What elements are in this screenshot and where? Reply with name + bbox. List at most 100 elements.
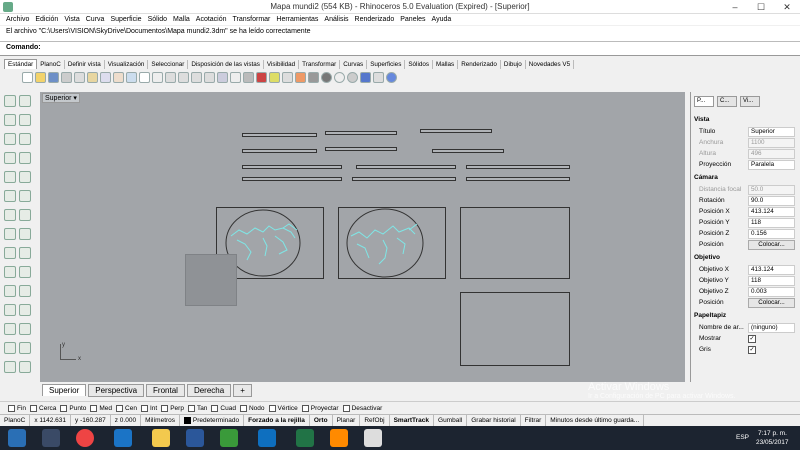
polyline-tool-icon[interactable]: [19, 114, 31, 126]
tab-visibilidad[interactable]: Visibilidad: [264, 60, 300, 69]
snap-checkbox[interactable]: [116, 404, 124, 412]
snap-med[interactable]: Med: [90, 404, 112, 412]
add-view-tab-button[interactable]: +: [233, 383, 252, 397]
scale-tool-icon[interactable]: [19, 304, 31, 316]
wire-sphere-icon[interactable]: [334, 72, 345, 83]
command-line[interactable]: Comando:: [0, 42, 800, 56]
bulb-icon[interactable]: [269, 72, 280, 83]
curve-bar[interactable]: [242, 149, 317, 153]
status-record-history[interactable]: Grabar historial: [467, 415, 521, 426]
language-indicator[interactable]: ESP: [736, 434, 749, 441]
zoom-dynamic-icon[interactable]: [178, 72, 189, 83]
tab-solidos[interactable]: Sólidos: [405, 60, 433, 69]
field-posicion-z[interactable]: 0.156: [748, 229, 795, 239]
menu-renderizado[interactable]: Renderizado: [355, 16, 395, 23]
menu-herramientas[interactable]: Herramientas: [276, 16, 318, 23]
tab-renderizado[interactable]: Renderizado: [458, 60, 501, 69]
rendered-sphere-icon[interactable]: [347, 72, 358, 83]
select-tool-icon[interactable]: [4, 95, 16, 107]
move-tool-icon[interactable]: [4, 285, 16, 297]
render-tool-icon[interactable]: [4, 361, 16, 373]
snap-cerca[interactable]: Cerca: [30, 404, 56, 412]
snap-checkbox[interactable]: [239, 404, 247, 412]
media-icon[interactable]: [258, 429, 276, 447]
dimension-tool-icon[interactable]: [4, 342, 16, 354]
tab-disposicion[interactable]: Disposición de las vistas: [188, 60, 264, 69]
boolean-tool-icon[interactable]: [19, 247, 31, 259]
layer-icon[interactable]: [308, 72, 319, 83]
tab-definir-vista[interactable]: Definir vista: [65, 60, 105, 69]
extend-tool-icon[interactable]: [19, 190, 31, 202]
map-frame-middle[interactable]: [338, 207, 446, 279]
rotate-view-icon[interactable]: [152, 72, 163, 83]
status-grid-snap[interactable]: Forzado a la rejilla: [244, 415, 310, 426]
curve-bar[interactable]: [242, 165, 342, 169]
status-units[interactable]: Milímetros: [141, 415, 181, 426]
rotate-tool-icon[interactable]: [4, 304, 16, 316]
ie-icon[interactable]: [114, 429, 132, 447]
snap-perp[interactable]: Perp: [161, 404, 184, 412]
cplane-icon[interactable]: [243, 72, 254, 83]
curve-tool-icon[interactable]: [19, 171, 31, 183]
mirror-tool-icon[interactable]: [4, 323, 16, 335]
snap-vertice[interactable]: Vértice: [268, 404, 298, 412]
snap-checkbox[interactable]: [8, 404, 15, 412]
snap-checkbox[interactable]: [30, 404, 38, 412]
extrude-tool-icon[interactable]: [4, 247, 16, 259]
tab-view-perspectiva[interactable]: Perspectiva: [88, 383, 145, 397]
tab-view-derecha[interactable]: Derecha: [186, 383, 232, 397]
snap-punto[interactable]: Punto: [60, 404, 86, 412]
rhino-icon[interactable]: [364, 429, 382, 447]
pan-icon[interactable]: [139, 72, 150, 83]
field-nombre-archivo[interactable]: (ninguno): [748, 323, 795, 333]
tab-curvas[interactable]: Curvas: [340, 60, 368, 69]
tab-estandar[interactable]: Estándar: [4, 59, 38, 69]
menu-edicion[interactable]: Edición: [35, 16, 58, 23]
snap-desactivar[interactable]: Desactivar: [342, 404, 382, 412]
menu-solido[interactable]: Sólido: [148, 16, 167, 23]
snap-checkbox[interactable]: [268, 404, 276, 412]
cylinder-tool-icon[interactable]: [19, 228, 31, 240]
zoom-window-icon[interactable]: [165, 72, 176, 83]
shaded-sphere-icon[interactable]: [321, 72, 332, 83]
four-views-icon[interactable]: [217, 72, 228, 83]
surface-tool-icon[interactable]: [4, 209, 16, 221]
curve-bar[interactable]: [352, 177, 456, 181]
field-rotacion[interactable]: 90.0: [748, 196, 795, 206]
undo-icon[interactable]: [126, 72, 137, 83]
array-tool-icon[interactable]: [19, 323, 31, 335]
status-gumball[interactable]: Gumball: [434, 415, 468, 426]
paste-icon[interactable]: [113, 72, 124, 83]
word-icon[interactable]: [186, 429, 204, 447]
menu-malla[interactable]: Malla: [173, 16, 190, 23]
analysis-tool-icon[interactable]: [19, 361, 31, 373]
arc-tool-icon[interactable]: [19, 133, 31, 145]
viewport-dropdown-icon[interactable]: ▾: [73, 95, 77, 102]
panel-tab-views[interactable]: Vi...: [740, 96, 760, 107]
tab-planoc[interactable]: PlanoC: [37, 60, 65, 69]
snap-checkbox[interactable]: [342, 404, 350, 412]
tab-view-superior[interactable]: Superior: [42, 384, 87, 396]
tab-mallas[interactable]: Mallas: [433, 60, 459, 69]
objetivo-colocar-button[interactable]: Colocar...: [748, 298, 795, 308]
new-file-icon[interactable]: [22, 72, 33, 83]
snap-checkbox[interactable]: [140, 404, 148, 412]
open-file-icon[interactable]: [35, 72, 46, 83]
snap-tan[interactable]: Tan: [187, 404, 207, 412]
snap-proyectar[interactable]: Proyectar: [301, 404, 339, 412]
zoom-extents-icon[interactable]: [191, 72, 202, 83]
tab-seleccionar[interactable]: Seleccionar: [148, 60, 189, 69]
chrome-icon[interactable]: [76, 429, 94, 447]
curve-bar[interactable]: [242, 133, 317, 137]
snap-checkbox[interactable]: [161, 404, 169, 412]
curve-bar[interactable]: [466, 177, 570, 181]
line-tool-icon[interactable]: [4, 114, 16, 126]
field-titulo[interactable]: Superior: [748, 127, 795, 137]
explorer-icon[interactable]: [152, 429, 170, 447]
maximize-button[interactable]: ☐: [748, 0, 774, 14]
close-button[interactable]: ✕: [774, 0, 800, 14]
camara-colocar-button[interactable]: Colocar...: [748, 240, 795, 250]
empty-frame[interactable]: [460, 207, 570, 279]
minimize-button[interactable]: –: [722, 0, 748, 14]
import-icon[interactable]: [74, 72, 85, 83]
